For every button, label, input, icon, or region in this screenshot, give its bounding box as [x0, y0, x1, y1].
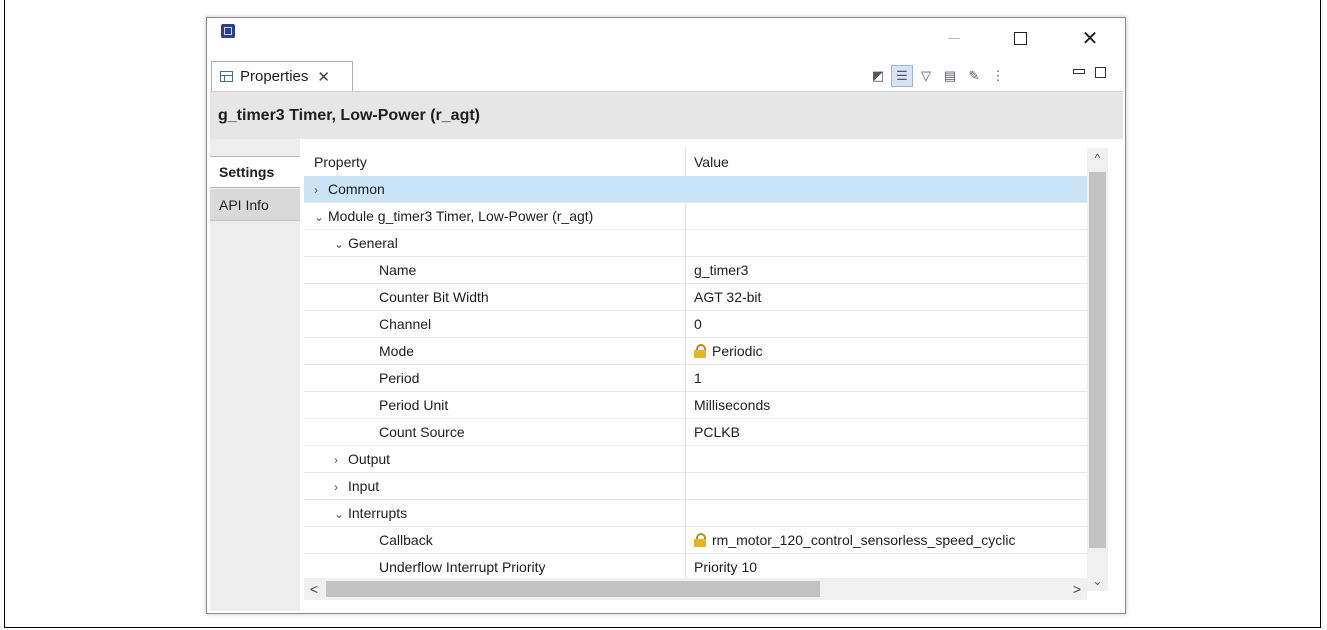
close-button[interactable]: ✕ [1067, 18, 1113, 58]
row-key: ⌄ Interrupts [334, 505, 408, 521]
row-value[interactable]: 0 [694, 316, 702, 332]
horizontal-scrollbar[interactable]: < > [304, 578, 1087, 600]
view-minimize-button[interactable] [1073, 69, 1085, 74]
scroll-up-icon[interactable]: ^ [1087, 148, 1108, 168]
row-value[interactable]: g_timer3 [694, 262, 748, 278]
table-row[interactable]: ⌄ Module g_timer3 Timer, Low-Power (r_agt… [304, 203, 1087, 230]
collapse-icon[interactable]: ⌄ [314, 210, 328, 224]
row-value[interactable]: Priority 10 [694, 559, 757, 575]
collapse-icon[interactable]: ⌄ [334, 237, 348, 251]
row-key: Underflow Interrupt Priority [379, 559, 546, 575]
row-key: Name [379, 262, 417, 278]
tab-properties-label: Properties [240, 68, 309, 85]
row-value[interactable]: Periodic [694, 343, 763, 359]
row-value[interactable]: Milliseconds [694, 397, 770, 413]
view-tab-bar: Properties ✕ ◩ ☰ ▽ ▤ ✎ ⋮ [207, 61, 1125, 91]
table-row[interactable]: Period Unit Milliseconds [304, 392, 1087, 419]
table-row[interactable]: › Common [304, 176, 1087, 203]
maximize-button[interactable] [997, 18, 1043, 58]
table-row[interactable]: Counter Bit Width AGT 32-bit [304, 284, 1087, 311]
scroll-right-icon[interactable]: > [1067, 578, 1087, 600]
table-row[interactable]: Underflow Interrupt Priority Priority 10 [304, 554, 1087, 578]
minimize-button[interactable] [931, 18, 977, 58]
row-value[interactable]: rm_motor_120_control_sensorless_speed_cy… [694, 532, 1016, 548]
minimize-icon [948, 37, 960, 39]
tab-api-info[interactable]: API Info [210, 189, 300, 221]
page-title: g_timer3 Timer, Low-Power (r_agt) [218, 106, 480, 124]
filter-icon[interactable]: ▽ [915, 65, 937, 87]
properties-window: ✕ Properties ✕ ◩ ☰ ▽ ▤ ✎ ⋮ g_timer3 Time… [206, 17, 1126, 614]
row-value[interactable]: PCLKB [694, 424, 740, 440]
expand-icon[interactable]: › [334, 453, 348, 467]
table-row[interactable]: › Output [304, 446, 1087, 473]
table-row[interactable]: Callback rm_motor_120_control_sensorless… [304, 527, 1087, 554]
table-row[interactable]: ⌄ Interrupts [304, 500, 1087, 527]
row-key: Channel [379, 316, 432, 332]
maximize-icon [1013, 31, 1027, 45]
row-key: Mode [379, 343, 415, 359]
table-header: Property Value [304, 148, 1087, 176]
row-key: Period [379, 370, 420, 386]
row-key: ⌄ Module g_timer3 Timer, Low-Power (r_agt… [314, 208, 594, 224]
scroll-down-icon[interactable]: ⌄ [1087, 571, 1108, 591]
tab-close-icon[interactable]: ✕ [317, 68, 330, 86]
row-value[interactable]: 1 [694, 370, 702, 386]
horizontal-scroll-thumb[interactable] [326, 581, 820, 597]
expand-icon[interactable]: › [314, 183, 328, 197]
expand-icon[interactable]: › [334, 480, 348, 494]
restore-default-icon[interactable]: ✎ [963, 65, 985, 87]
vertical-scroll-thumb[interactable] [1089, 172, 1106, 548]
tab-properties[interactable]: Properties ✕ [211, 61, 353, 91]
collapse-icon[interactable]: ⌄ [334, 507, 348, 521]
view-menu-icon[interactable]: ⋮ [987, 65, 1009, 87]
table-row[interactable]: Mode Periodic [304, 338, 1087, 365]
view-toolbar: ◩ ☰ ▽ ▤ ✎ ⋮ [867, 61, 1011, 91]
side-tabs: Settings API Info [210, 139, 300, 611]
pin-to-selection-icon[interactable]: ◩ [867, 65, 889, 87]
column-header-property[interactable]: Property [314, 154, 367, 170]
page-title-band: g_timer3 Timer, Low-Power (r_agt) [210, 91, 1123, 139]
row-key: Counter Bit Width [379, 289, 489, 305]
row-key: Callback [379, 532, 433, 548]
table-row[interactable]: Period 1 [304, 365, 1087, 392]
row-key: › Common [314, 181, 385, 197]
table-row[interactable]: ⌄ General [304, 230, 1087, 257]
show-advanced-icon[interactable]: ▤ [939, 65, 961, 87]
row-value[interactable]: AGT 32-bit [694, 289, 761, 305]
row-key: Count Source [379, 424, 465, 440]
table-row[interactable]: Channel 0 [304, 311, 1087, 338]
property-table: Property Value › Common ⌄ Module g_timer3 … [304, 148, 1087, 578]
tab-settings[interactable]: Settings [210, 156, 300, 188]
lock-icon [694, 344, 706, 358]
table-row[interactable]: › Input [304, 473, 1087, 500]
column-header-value[interactable]: Value [694, 154, 729, 170]
scroll-left-icon[interactable]: < [304, 578, 324, 600]
properties-icon [220, 71, 233, 82]
row-key: › Input [334, 478, 380, 494]
title-bar: ✕ [207, 18, 1125, 58]
app-icon [221, 24, 235, 38]
lock-icon [694, 533, 706, 547]
row-key: › Output [334, 451, 391, 467]
vertical-scrollbar[interactable]: ^ ⌄ [1087, 148, 1108, 591]
row-key: Period Unit [379, 397, 449, 413]
row-key: ⌄ General [334, 235, 398, 251]
table-row[interactable]: Count Source PCLKB [304, 419, 1087, 446]
show-categories-icon[interactable]: ☰ [891, 65, 913, 87]
table-row[interactable]: Name g_timer3 [304, 257, 1087, 284]
view-maximize-button[interactable] [1095, 67, 1106, 78]
